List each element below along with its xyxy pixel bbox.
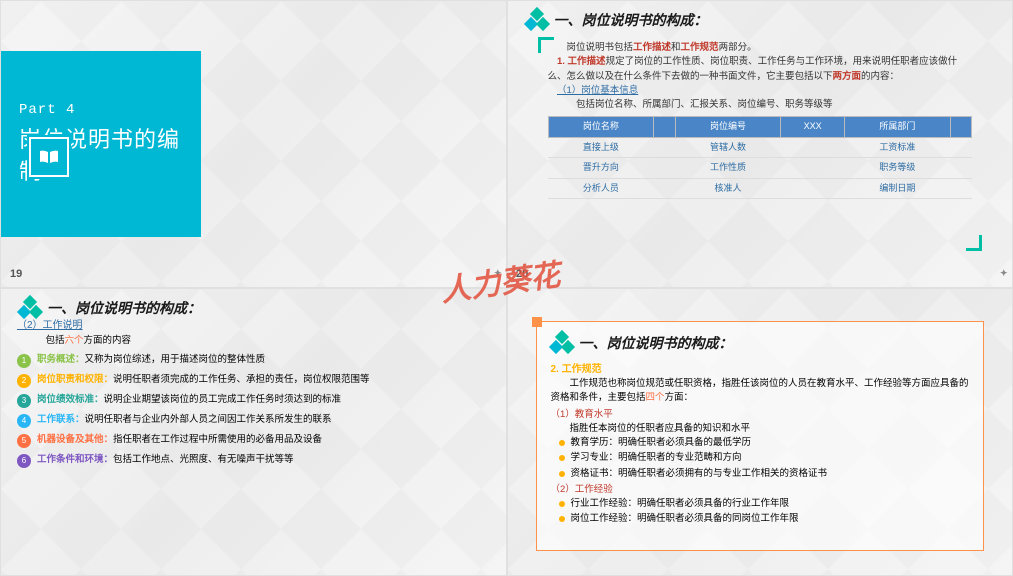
sub1: （1）岗位基本信息 [557,85,638,96]
slide-composition-1: 一、岗位说明书的构成： 岗位说明书包括工作描述和工作规范两部分。 1. 工作描述… [507,0,1013,288]
diamond-icon [526,9,548,31]
star-icon: ✦ [494,268,502,279]
heading: 一、岗位说明书的构成： [526,9,708,31]
content: （2）工作说明 包括六个方面的内容 1职务概述：又称为岗位综述，用于描述岗位的整… [17,319,490,473]
heading: 一、岗位说明书的构成： [551,332,970,354]
content: 岗位说明书包括工作描述和工作规范两部分。 1. 工作描述规定了岗位的工作性质、岗… [548,41,973,199]
slide-composition-3: 一、岗位说明书的构成： 2. 工作规范 工作规范也称岗位规范或任职资格，指胜任该… [507,288,1013,576]
star-icon: ✦ [1000,268,1008,279]
g1-title: （1）教育水平 [551,409,613,420]
g1-sub: 指胜任本岗位的任职者应具备的知识和水平 [551,422,970,436]
info-table: 岗位名称 岗位编号XXX 所属部门 直接上级管辖人数工资标准 晋升方向工作性质职… [548,116,973,199]
heading-text: 一、岗位说明书的构成： [579,333,733,354]
sub: （2）工作说明 [17,320,83,331]
book-icon [27,135,71,179]
g1-list: 教育学历：明确任职者必须具备的最低学历 学习专业：明确任职者的专业范畴和方向 资… [559,436,970,481]
g2-title: （2）工作经验 [551,484,613,495]
slide-part4: Part 4 岗位说明书的编制 [0,0,507,288]
page-row: 19 ✦ 20 ✦ [0,268,1013,288]
numbered-list: 1职务概述：又称为岗位综述，用于描述岗位的整体性质 2岗位职责和权限：说明任职者… [17,353,490,468]
heading-text: 一、岗位说明书的构成： [47,298,201,318]
corner-decor-br [966,235,982,251]
heading-text: 一、岗位说明书的构成： [554,10,708,30]
slide-composition-2: 一、岗位说明书的构成： （2）工作说明 包括六个方面的内容 1职务概述：又称为岗… [0,288,507,576]
page-num-19: 19 [10,268,22,280]
part-label: Part 4 [19,102,201,118]
diamond-icon [19,297,41,319]
sec-title: 2. 工作规范 [551,362,970,377]
heading: 一、岗位说明书的构成： [19,297,201,319]
page-num-20: 20 [516,268,528,280]
diamond-icon [551,332,573,354]
sub1-desc: 包括岗位名称、所属部门、汇报关系、岗位编号、职务等级等 [548,98,973,112]
content-box: 一、岗位说明书的构成： 2. 工作规范 工作规范也称岗位规范或任职资格，指胜任该… [536,321,985,551]
g2-list: 行业工作经验：明确任职者必须具备的行业工作年限 岗位工作经验：明确任职者必须具备… [559,497,970,527]
corner-tl [532,317,542,327]
